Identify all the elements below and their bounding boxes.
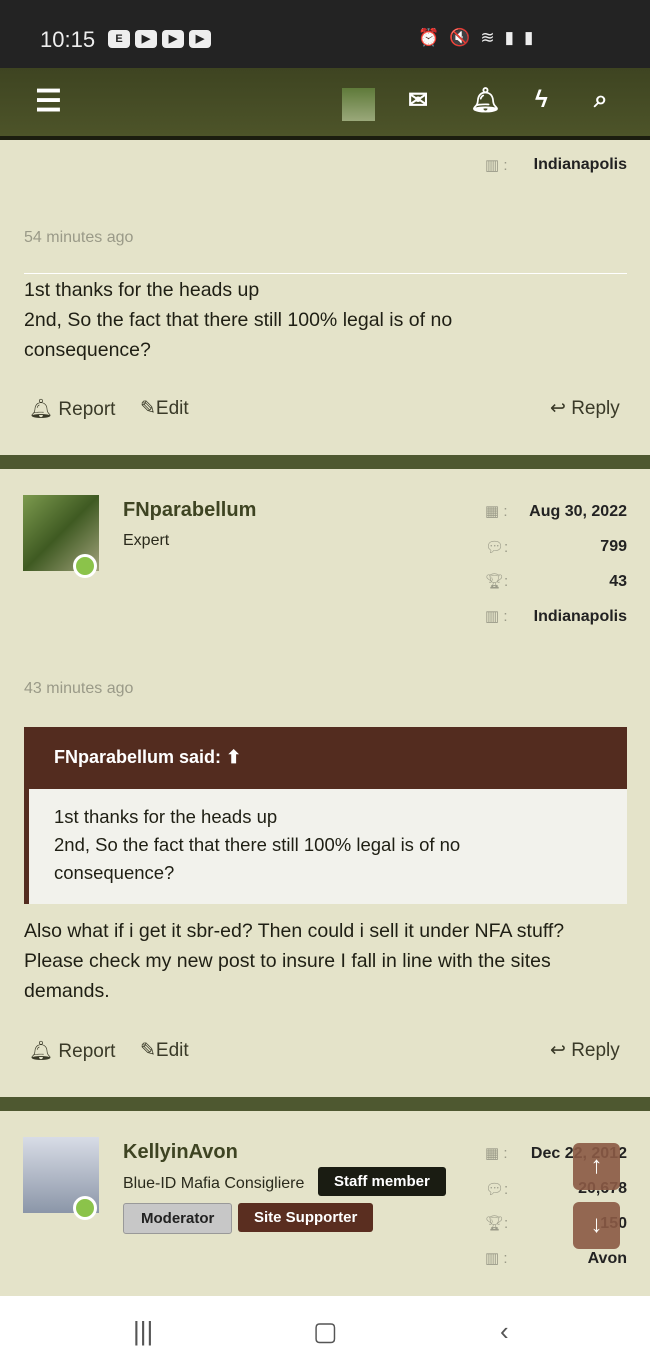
scroll-top-button[interactable]: ↑ bbox=[573, 1143, 620, 1190]
user-avatar[interactable] bbox=[342, 88, 375, 121]
post-line: consequence? bbox=[24, 339, 151, 361]
home-icon[interactable]: ▢ bbox=[313, 1316, 338, 1347]
report-label: Report bbox=[58, 399, 116, 420]
battery-icon: ▮ bbox=[523, 28, 534, 47]
report-button[interactable]: 🔔︎ Report bbox=[29, 397, 115, 421]
search-icon[interactable]: ⌕ bbox=[594, 86, 607, 114]
quote-author: FNparabellum said: bbox=[54, 747, 222, 767]
map-icon: ▥ : bbox=[485, 608, 508, 625]
map-icon: ▥ : bbox=[485, 1250, 508, 1267]
messages-icon: 💬︎: bbox=[485, 539, 509, 556]
android-navigation-bar: ||| ▢ ‹ bbox=[0, 1296, 650, 1372]
alarm-icon: ⏰ bbox=[418, 28, 440, 47]
edit-label: Edit bbox=[155, 1040, 189, 1061]
youtube-icon: ▶ bbox=[162, 30, 184, 48]
reply-label: Reply bbox=[571, 398, 620, 419]
post-body: Also what if i get it sbr-ed? Then could… bbox=[24, 916, 564, 1006]
post-time[interactable]: 43 minutes ago bbox=[24, 680, 133, 698]
reply-icon: ↩ bbox=[550, 1040, 566, 1061]
username[interactable]: KellyinAvon bbox=[123, 1141, 238, 1164]
wifi-icon: ≋ bbox=[480, 28, 495, 47]
user-location: Indianapolis bbox=[533, 156, 627, 173]
messages-icon: 💬︎: bbox=[485, 1181, 509, 1198]
signal-icon: ▮ bbox=[504, 28, 514, 47]
pencil-icon: ✎ bbox=[140, 398, 156, 419]
username[interactable]: FNparabellum bbox=[123, 499, 256, 522]
arrow-up-circle-icon[interactable]: ⬆ bbox=[226, 747, 241, 767]
message-count: 799 bbox=[600, 538, 627, 555]
clock: 10:15 bbox=[40, 27, 96, 52]
trophy-icon: 🏆︎: bbox=[485, 573, 509, 590]
map-icon: ▥ : bbox=[485, 157, 508, 174]
app-e-icon: E bbox=[108, 30, 130, 48]
edit-label: Edit bbox=[155, 398, 189, 419]
calendar-icon: ▦ : bbox=[485, 503, 508, 520]
divider bbox=[24, 273, 627, 274]
report-label: Report bbox=[58, 1041, 116, 1062]
online-status-icon bbox=[73, 554, 97, 578]
pencil-icon: ✎ bbox=[140, 1040, 156, 1061]
staff-member-badge: Staff member bbox=[318, 1167, 446, 1196]
top-navigation: ☰ ✉ 🔔︎ ϟ ⌕ bbox=[0, 68, 650, 140]
bell-icon: 🔔︎ bbox=[29, 1041, 54, 1062]
status-bar: 10:15 E ▶ ▶ ▶ ⏰ 🔇 ≋ ▮ ▮ bbox=[0, 0, 650, 68]
back-icon[interactable]: ‹ bbox=[500, 1316, 509, 1347]
user-title: Expert bbox=[123, 532, 170, 549]
reply-label: Reply bbox=[571, 1040, 620, 1061]
recent-apps-icon[interactable]: ||| bbox=[133, 1316, 153, 1347]
quote-line: 2nd, So the fact that there still 100% l… bbox=[54, 834, 461, 855]
quote-line: consequence? bbox=[54, 862, 175, 883]
post-line: Also what if i get it sbr-ed? Then could… bbox=[24, 920, 565, 942]
arrow-down-icon: ↓ bbox=[590, 1211, 603, 1238]
reply-button[interactable]: ↩ Reply bbox=[550, 397, 620, 420]
post-line: 2nd, So the fact that there still 100% l… bbox=[24, 309, 453, 331]
system-icons: ⏰ 🔇 ≋ ▮ ▮ bbox=[418, 28, 533, 48]
post-line: 1st thanks for the heads up bbox=[24, 279, 260, 301]
post-separator bbox=[0, 1097, 650, 1111]
edit-button[interactable]: ✎Edit bbox=[140, 397, 189, 420]
reply-button[interactable]: ↩ Reply bbox=[550, 1039, 620, 1062]
user-location: Indianapolis bbox=[533, 608, 627, 625]
bell-icon[interactable]: 🔔︎ bbox=[470, 86, 500, 115]
user-location: Avon bbox=[587, 1250, 627, 1267]
scroll-bottom-button[interactable]: ↓ bbox=[573, 1202, 620, 1249]
reaction-score: 43 bbox=[609, 573, 627, 590]
online-status-icon bbox=[73, 1196, 97, 1220]
post-time[interactable]: 54 minutes ago bbox=[24, 229, 133, 247]
reply-icon: ↩ bbox=[550, 398, 566, 419]
arrow-up-icon: ↑ bbox=[590, 1152, 603, 1179]
menu-icon[interactable]: ☰ bbox=[35, 84, 62, 119]
edit-button[interactable]: ✎Edit bbox=[140, 1039, 189, 1062]
calendar-icon: ▦ : bbox=[485, 1145, 508, 1162]
site-supporter-badge: Site Supporter bbox=[238, 1203, 374, 1232]
quote-line: 1st thanks for the heads up bbox=[54, 806, 278, 827]
mail-icon[interactable]: ✉ bbox=[408, 86, 428, 115]
quote-body: 1st thanks for the heads up 2nd, So the … bbox=[29, 789, 627, 901]
post-body: 1st thanks for the heads up 2nd, So the … bbox=[24, 275, 452, 365]
trophy-icon: 🏆︎: bbox=[485, 1215, 509, 1232]
user-title: Blue-ID Mafia Consigliere bbox=[123, 1175, 305, 1192]
notification-icons: E ▶ ▶ ▶ bbox=[108, 30, 211, 48]
bolt-icon[interactable]: ϟ bbox=[535, 86, 548, 114]
quote-block: FNparabellum said: ⬆ 1st thanks for the … bbox=[24, 727, 627, 904]
mute-icon: 🔇 bbox=[449, 28, 471, 47]
post-line: Please check my new post to insure I fal… bbox=[24, 950, 551, 972]
post-separator bbox=[0, 455, 650, 469]
youtube-icon: ▶ bbox=[189, 30, 211, 48]
youtube-icon: ▶ bbox=[135, 30, 157, 48]
joined-date: Aug 30, 2022 bbox=[529, 503, 627, 520]
moderator-badge: Moderator bbox=[123, 1203, 233, 1234]
report-button[interactable]: 🔔︎ Report bbox=[29, 1039, 115, 1063]
quote-header[interactable]: FNparabellum said: ⬆ bbox=[29, 727, 627, 789]
bell-icon: 🔔︎ bbox=[29, 399, 54, 420]
post-line: demands. bbox=[24, 980, 110, 1002]
